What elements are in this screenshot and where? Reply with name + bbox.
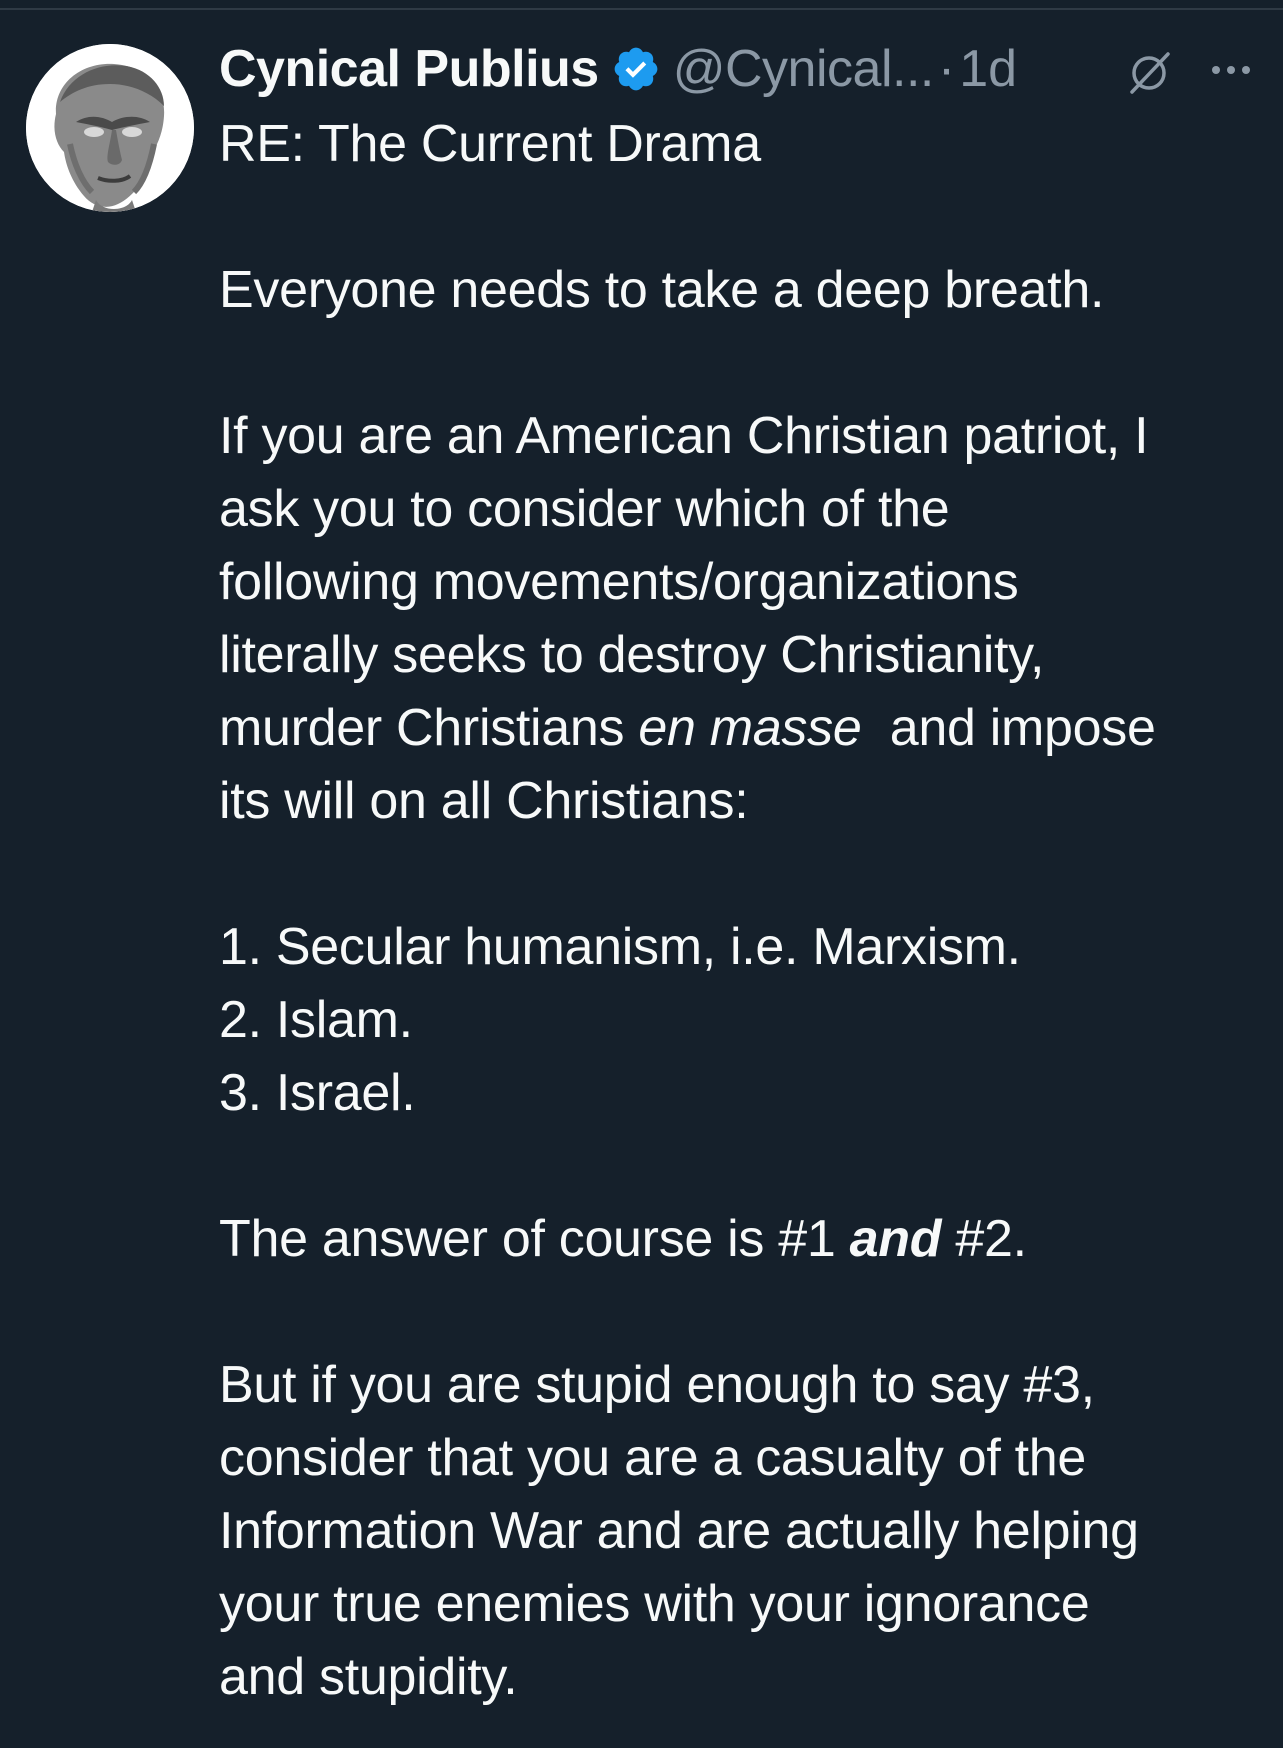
tweet-line: literally seeks to destroy Christianity,: [219, 626, 1045, 684]
tweet-line: Everyone needs to take a deep breath.: [219, 261, 1105, 319]
timestamp[interactable]: 1d: [959, 39, 1017, 99]
tweet-text: RE: The Current Drama Everyone needs to …: [219, 108, 1269, 1714]
display-name[interactable]: Cynical Publius: [219, 39, 599, 99]
tweet-line: ask you to consider which of the: [219, 480, 950, 538]
avatar[interactable]: [26, 44, 194, 212]
list-item: 3. Israel.: [219, 1064, 416, 1122]
tweet-line: RE: The Current Drama: [219, 115, 761, 173]
tweet-header: Cynical Publius @Cynical... · 1d: [219, 36, 1269, 102]
tweet-line: and stupidity.: [219, 1648, 518, 1706]
tweet-line: But if you are stupid enough to say #3,: [219, 1356, 1095, 1414]
bold-italic-text: and: [849, 1210, 942, 1268]
tweet-line: its will on all Christians:: [219, 772, 749, 830]
tweet-line: your true enemies with your ignorance: [219, 1575, 1090, 1633]
list-item: 1. Secular humanism, i.e. Marxism.: [219, 918, 1021, 976]
tweet-line: following movements/organizations: [219, 553, 1019, 611]
tweet-line: Information War and are actually helping: [219, 1502, 1139, 1560]
verified-badge-icon[interactable]: [611, 44, 661, 94]
tweet-line: murder Christians en masse and impose: [219, 692, 1269, 765]
tweet-text-segment: murder Christians: [219, 699, 639, 757]
tweet-line: If you are an American Christian patriot…: [219, 407, 1149, 465]
italic-text: en masse: [638, 699, 862, 757]
user-handle[interactable]: @Cynical...: [673, 39, 935, 99]
bust-avatar-image: [26, 44, 194, 212]
top-divider: [0, 0, 1283, 10]
grok-icon[interactable]: [1124, 48, 1174, 98]
tweet-line: consider that you are a casualty of the: [219, 1429, 1087, 1487]
tweet-line: The answer of course is #1 and #2.: [219, 1203, 1269, 1276]
separator-dot: ·: [937, 40, 956, 98]
tweet-text-segment: #2.: [941, 1210, 1027, 1268]
list-item: 2. Islam.: [219, 991, 413, 1049]
more-options-icon[interactable]: [1206, 52, 1256, 88]
tweet-text-segment: The answer of course is #1: [219, 1210, 850, 1268]
tweet-text-segment: and impose: [861, 699, 1156, 757]
